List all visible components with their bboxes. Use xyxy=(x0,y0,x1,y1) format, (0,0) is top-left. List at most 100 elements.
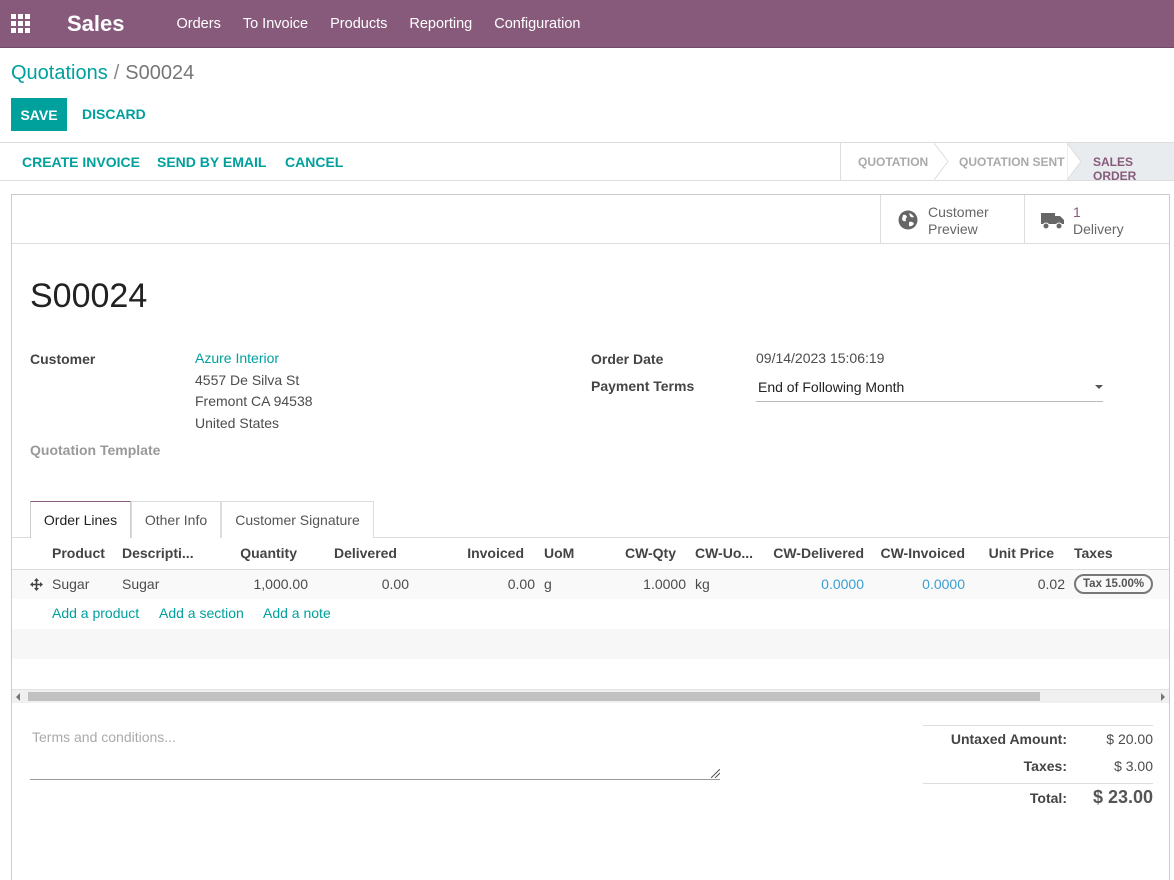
customer-preview-button[interactable]: Customer Preview xyxy=(880,195,1025,243)
payment-terms-value: End of Following Month xyxy=(758,379,905,395)
column-header-cw-uom[interactable]: CW-Uo... xyxy=(695,545,753,561)
customer-preview-label-1: Customer xyxy=(928,204,989,220)
tab-other-info[interactable]: Other Info xyxy=(131,501,221,538)
column-header-product[interactable]: Product xyxy=(52,545,105,561)
totals-divider xyxy=(923,783,1153,784)
payment-terms-label: Payment Terms xyxy=(591,378,695,394)
breadcrumb-quotations[interactable]: Quotations xyxy=(11,62,108,84)
breadcrumb-separator: / xyxy=(113,62,120,84)
scroll-right-icon[interactable] xyxy=(1161,693,1165,701)
globe-icon xyxy=(898,210,918,230)
cell-uom[interactable]: g xyxy=(544,576,552,592)
apps-menu-icon[interactable] xyxy=(0,0,40,48)
menu-configuration[interactable]: Configuration xyxy=(494,16,580,32)
stage-sales-order[interactable]: SALES ORDER xyxy=(1093,155,1174,183)
delivery-button[interactable]: 1 Delivery xyxy=(1024,195,1169,243)
column-header-cw-qty[interactable]: CW-Qty xyxy=(625,545,676,561)
customer-address-line-2: Fremont CA 94538 xyxy=(195,393,313,409)
create-invoice-button[interactable]: CREATE INVOICE xyxy=(22,154,140,170)
stage-quotation[interactable]: QUOTATION xyxy=(858,155,928,169)
stage-chevron-icon xyxy=(934,143,949,180)
cell-cw-invoiced[interactable]: 0.0000 xyxy=(922,576,965,592)
tab-order-lines[interactable]: Order Lines xyxy=(30,501,131,538)
add-section-link[interactable]: Add a section xyxy=(159,605,244,621)
column-header-uom[interactable]: UoM xyxy=(544,545,574,561)
discard-button[interactable]: DISCARD xyxy=(82,106,146,122)
cell-invoiced: 0.00 xyxy=(507,576,535,592)
menu-reporting[interactable]: Reporting xyxy=(409,16,472,32)
customer-address-line-1: 4557 De Silva St xyxy=(195,371,300,388)
cancel-button[interactable]: CANCEL xyxy=(285,154,343,170)
quotation-template-label: Quotation Template xyxy=(30,442,161,458)
column-header-invoiced[interactable]: Invoiced xyxy=(467,545,524,561)
untaxed-amount-label: Untaxed Amount: xyxy=(950,731,1067,747)
column-header-cw-invoiced[interactable]: CW-Invoiced xyxy=(881,545,966,561)
delivery-label: Delivery xyxy=(1073,221,1124,237)
cell-cw-uom[interactable]: kg xyxy=(695,576,710,592)
delivery-count: 1 xyxy=(1073,204,1081,220)
column-header-description[interactable]: Descripti... xyxy=(122,545,194,561)
status-bar: CREATE INVOICE SEND BY EMAIL CANCEL QUOT… xyxy=(0,142,1174,183)
horizontal-scrollbar[interactable] xyxy=(12,689,1169,703)
top-navbar: Sales Orders To Invoice Products Reporti… xyxy=(0,0,1174,48)
add-note-link[interactable]: Add a note xyxy=(263,605,331,621)
cell-quantity[interactable]: 1,000.00 xyxy=(254,576,309,592)
stage-quotation-sent[interactable]: QUOTATION SENT xyxy=(959,155,1065,169)
empty-row xyxy=(12,659,1169,689)
menu-orders[interactable]: Orders xyxy=(177,16,221,32)
cell-cw-qty[interactable]: 1.0000 xyxy=(643,576,686,592)
taxes-label: Taxes: xyxy=(1023,758,1067,774)
stage-chevron-icon xyxy=(1067,143,1082,180)
customer-address-line-3: United States xyxy=(195,414,280,431)
payment-terms-select[interactable]: End of Following Month xyxy=(756,373,1103,402)
cell-delivered[interactable]: 0.00 xyxy=(382,576,409,592)
app-title[interactable]: Sales xyxy=(67,11,125,37)
empty-row xyxy=(12,629,1169,659)
table-row[interactable]: Sugar Sugar 1,000.00 0.00 0.00 g 1.0000 … xyxy=(12,570,1169,599)
column-header-cw-delivered[interactable]: CW-Delivered xyxy=(773,545,864,561)
customer-field: Azure Interior 4557 De Silva St Fremont … xyxy=(195,348,313,434)
scrollbar-thumb[interactable] xyxy=(28,692,1040,701)
column-header-quantity[interactable]: Quantity xyxy=(240,545,297,561)
cell-product[interactable]: Sugar xyxy=(52,576,89,592)
stage-bar: QUOTATION QUOTATION SENT SALES ORDER xyxy=(840,143,1174,183)
cell-description[interactable]: Sugar xyxy=(122,576,159,592)
terms-placeholder: Terms and conditions... xyxy=(32,729,176,745)
column-header-unit-price[interactable]: Unit Price xyxy=(989,545,1054,561)
resize-grip-icon[interactable] xyxy=(711,769,720,778)
column-header-taxes[interactable]: Taxes xyxy=(1074,545,1113,561)
untaxed-amount-value: $ 20.00 xyxy=(1106,731,1153,747)
form-sheet: Customer Preview 1 Delivery S00024 Custo… xyxy=(11,194,1170,880)
add-product-link[interactable]: Add a product xyxy=(52,605,139,621)
breadcrumb: Quotations / S00024 xyxy=(11,62,194,85)
drag-handle-icon[interactable] xyxy=(30,578,43,591)
customer-preview-label-2: Preview xyxy=(928,221,978,237)
customer-link[interactable]: Azure Interior xyxy=(195,348,313,370)
taxes-value: $ 3.00 xyxy=(1114,758,1153,774)
order-lines-header: Product Descripti... Quantity Delivered … xyxy=(12,539,1169,570)
menu-products[interactable]: Products xyxy=(330,16,387,32)
cell-unit-price[interactable]: 0.02 xyxy=(1038,576,1065,592)
record-title: S00024 xyxy=(30,277,148,315)
apps-grid-icon xyxy=(10,14,30,33)
scroll-left-icon[interactable] xyxy=(16,693,20,701)
breadcrumb-current: S00024 xyxy=(125,62,195,84)
total-label: Total: xyxy=(1029,790,1067,806)
send-by-email-button[interactable]: SEND BY EMAIL xyxy=(157,154,266,170)
cell-cw-delivered[interactable]: 0.0000 xyxy=(821,576,864,592)
tab-customer-signature[interactable]: Customer Signature xyxy=(221,501,374,538)
menu-to-invoice[interactable]: To Invoice xyxy=(243,16,308,32)
total-value: $ 23.00 xyxy=(1092,787,1153,807)
order-date-label: Order Date xyxy=(591,351,664,367)
customer-label: Customer xyxy=(30,351,96,367)
tax-badge[interactable]: Tax 15.00% xyxy=(1074,574,1154,594)
truck-icon xyxy=(1041,213,1064,230)
column-header-delivered[interactable]: Delivered xyxy=(334,545,397,561)
order-date-value[interactable]: 09/14/2023 15:06:19 xyxy=(756,348,884,370)
add-line-row: Add a product Add a section Add a note xyxy=(12,599,1169,629)
totals-divider xyxy=(923,725,1153,726)
save-button[interactable]: SAVE xyxy=(11,98,67,131)
chevron-down-icon xyxy=(1095,385,1103,389)
smart-button-box: Customer Preview 1 Delivery xyxy=(12,195,1169,244)
terms-textarea[interactable]: Terms and conditions... xyxy=(30,723,720,780)
